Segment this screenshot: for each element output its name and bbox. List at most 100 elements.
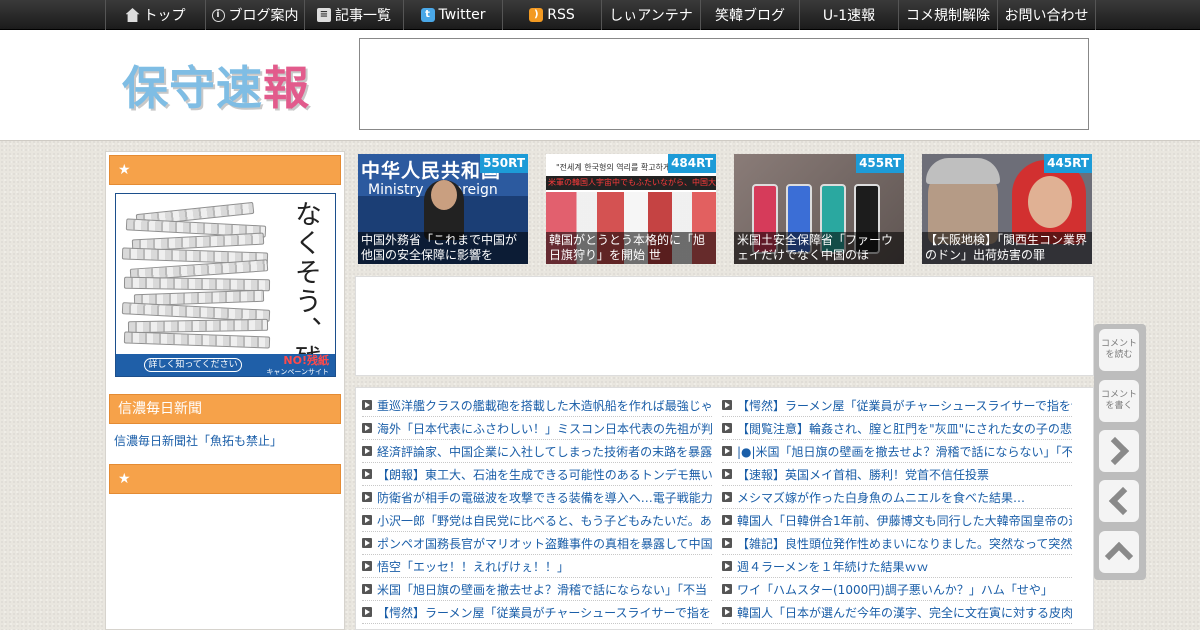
article-list-left: 重巡洋艦クラスの艦載砲を搭載した木造帆船を作れば最強じゃね？ 海外「日本代表にふ…: [362, 394, 712, 624]
thumbnail-card[interactable]: 445RT 【大阪地検】「関西生コン業界のドン」出荷妨害の罪: [922, 154, 1092, 264]
article-link[interactable]: 【愕然】ラーメン屋「従業員がチャーシュースライサーで指を: [362, 601, 712, 624]
arrow-right-icon: [362, 469, 372, 479]
arrow-right-icon: [722, 561, 732, 571]
article-link[interactable]: 防衛省が相手の電磁波を攻撃できる装備を導入へ…電子戦能力強化: [362, 486, 712, 509]
sidebar-heading-label: 信濃毎日新聞: [118, 401, 202, 417]
sidebar-link-shinano-news[interactable]: 信濃毎日新聞社「魚拓も禁止」: [114, 432, 282, 449]
article-title: 韓国人「日本が選んだ今年の漢字、完全に文在寅に対する皮肉: [737, 605, 1072, 620]
nav-label: ブログ案内: [228, 8, 299, 24]
next-article-button[interactable]: [1099, 430, 1139, 472]
retweet-count-badge: 550RT: [480, 154, 528, 173]
write-comment-button[interactable]: コメントを書く: [1099, 380, 1139, 422]
sidebar-heading-star-2: ★: [109, 464, 341, 494]
top-navigation-bar: トップ i ブログ案内 ≡ 記事一覧 t Twitter ) RSS しぃアンテ…: [0, 0, 1200, 30]
thumbnail-caption: 韓国がとうとう本格的に「旭日旗狩り」を開始 世: [546, 232, 716, 264]
article-title: 重巡洋艦クラスの艦載砲を搭載した木造帆船を作れば最強じゃね？: [377, 398, 712, 413]
header-ad-banner[interactable]: [359, 38, 1089, 130]
article-link[interactable]: ワイ「ハムスター(1000円)調子悪いんか？」ハム「せや」: [722, 578, 1072, 601]
rss-icon: ): [529, 8, 544, 22]
article-link[interactable]: |●|米国「旭日旗の壁画を撤去せよ？滑稽で話にならない」「不: [722, 440, 1072, 463]
read-comments-label: コメントを読む: [1100, 339, 1137, 360]
scroll-to-top-button[interactable]: [1099, 531, 1139, 573]
nav-item-contact[interactable]: お問い合わせ: [997, 0, 1096, 30]
article-link[interactable]: 【朗報】東工大、石油を生成できる可能性のあるトンデモ無い技術: [362, 463, 712, 486]
article-title: 小沢一郎「野党は自民党に比べると、もう子どもみたいだ。ある: [377, 513, 712, 528]
chevron-left-icon: [1108, 486, 1138, 516]
arrow-right-icon: [722, 446, 732, 456]
campaign-footer-bar: 詳しく知ってください NO!残紙 キャンペーンサイト: [116, 354, 335, 376]
article-link[interactable]: 韓国人「日韓併合1年前、伊藤博文も同行した大韓帝国皇帝の巡幸: [722, 509, 1072, 532]
arrow-right-icon: [722, 515, 732, 525]
article-link[interactable]: 米国「旭日旗の壁画を撤去せよ？滑稽で話にならない」「不当: [362, 578, 712, 601]
article-link[interactable]: 重巡洋艦クラスの艦載砲を搭載した木造帆船を作れば最強じゃね？: [362, 394, 712, 417]
arrow-right-icon: [362, 561, 372, 571]
article-title: 【速報】英国メイ首相、勝利！党首不信任投票: [737, 467, 990, 482]
arrow-right-icon: [722, 584, 732, 594]
article-link[interactable]: 悟空「エッセ！！えれげけぇ！！」: [362, 555, 712, 578]
article-link[interactable]: 韓国人「日本が選んだ今年の漢字、完全に文在寅に対する皮肉: [722, 601, 1072, 624]
nav-item-u1-sokuho[interactable]: U-1速報: [799, 0, 898, 30]
article-link[interactable]: 【閲覧注意】輪姦され、膣と肛門を"灰皿"にされた女の子の悲惨: [722, 417, 1072, 440]
arrow-right-icon: [722, 607, 732, 617]
article-list-right: 【愕然】ラーメン屋「従業員がチャーシュースライサーで指を切断 【閲覧注意】輪姦さ…: [722, 394, 1072, 624]
article-link[interactable]: 週４ラーメンを１年続けた結果ｗｗ: [722, 555, 1072, 578]
article-title: ワイ「ハムスター(1000円)調子悪いんか？」ハム「せや」: [737, 582, 1053, 597]
list-icon: ≡: [317, 8, 331, 22]
arrow-right-icon: [722, 492, 732, 502]
chevron-up-icon: [1104, 541, 1134, 571]
article-link[interactable]: 【速報】英国メイ首相、勝利！党首不信任投票: [722, 463, 1072, 486]
arrow-right-icon: [362, 492, 372, 502]
content-ad-area[interactable]: [355, 276, 1094, 376]
retweet-count-badge: 445RT: [1044, 154, 1092, 173]
thumbnail-caption: 【大阪地検】「関西生コン業界のドン」出荷妨害の罪: [922, 232, 1092, 264]
nav-item-shii-antenna[interactable]: しぃアンテナ: [601, 0, 700, 30]
campaign-logo-sub: キャンペーンサイト: [266, 368, 329, 376]
thumbnail-card[interactable]: 中华人民共和国 Ministry of Foreign 550RT 中国外務省「…: [358, 154, 528, 264]
article-title: ポンペオ国務長官がマリオット盗難事件の真相を暴露して中国: [377, 536, 712, 551]
nav-item-shokan-blog[interactable]: 笑韓ブログ: [700, 0, 799, 30]
nav-item-blog-info[interactable]: i ブログ案内: [205, 0, 304, 30]
article-title: 【雑記】良性頭位発作性めまいになりました。突然なって突然: [737, 536, 1072, 551]
article-title: 経済評論家、中国企業に入社してしまった技術者の末路を暴露: [377, 444, 712, 459]
thumbnail-card[interactable]: "전세계 한국형의 역리를 확고하게 중입기 위 米軍の韓国人宇宙中でもふたいな…: [546, 154, 716, 264]
nav-item-top[interactable]: トップ: [105, 0, 205, 30]
arrow-right-icon: [362, 515, 372, 525]
campaign-learn-more-button[interactable]: 詳しく知ってください: [144, 358, 242, 372]
star-icon: ★: [118, 162, 131, 178]
newspaper-stack-image: [121, 201, 272, 352]
write-comment-label: コメントを書く: [1100, 390, 1137, 411]
nav-item-rss[interactable]: ) RSS: [502, 0, 601, 30]
nav-label: RSS: [547, 7, 575, 23]
arrow-right-icon: [722, 469, 732, 479]
article-link[interactable]: 【雑記】良性頭位発作性めまいになりました。突然なって突然: [722, 532, 1072, 555]
article-link[interactable]: 小沢一郎「野党は自民党に比べると、もう子どもみたいだ。ある: [362, 509, 712, 532]
nav-item-article-list[interactable]: ≡ 記事一覧: [304, 0, 403, 30]
article-title: メシマズ嫁が作った白身魚のムニエルを食べた結果…: [737, 490, 1026, 505]
article-link[interactable]: メシマズ嫁が作った白身魚のムニエルを食べた結果…: [722, 486, 1072, 509]
article-link[interactable]: 海外「日本代表にふさわしい！」ミスコン日本代表の先祖が判明: [362, 417, 712, 440]
no-zanshi-campaign-banner[interactable]: なくそう、残紙 詳しく知ってください NO!残紙 キャンペーンサイト: [115, 193, 336, 377]
article-link[interactable]: 【愕然】ラーメン屋「従業員がチャーシュースライサーで指を切断: [722, 394, 1072, 417]
arrow-right-icon: [362, 584, 372, 594]
article-title: |●|米国「旭日旗の壁画を撤去せよ？滑稽で話にならない」「不: [737, 444, 1072, 459]
nav-item-comment-unblock[interactable]: コメ規制解除: [898, 0, 997, 30]
site-logo[interactable]: 保守速報: [122, 52, 332, 122]
nav-label: 記事一覧: [335, 8, 391, 24]
article-link[interactable]: ポンペオ国務長官がマリオット盗難事件の真相を暴露して中国: [362, 532, 712, 555]
article-title: 【朗報】東工大、石油を生成できる可能性のあるトンデモ無い技術: [377, 467, 712, 482]
thumbnail-face: [431, 180, 457, 210]
twitter-icon: t: [420, 8, 435, 22]
sidebar-heading-shinano: 信濃毎日新聞: [109, 394, 341, 424]
thumbnail-subtitle-strip: 米軍の韓国人宇宙中でもふたいながら、中国大旗を侵害と重視してるぞ: [546, 176, 716, 190]
nav-label: トップ: [143, 8, 186, 24]
previous-article-button[interactable]: [1099, 480, 1139, 522]
nav-item-twitter[interactable]: t Twitter: [403, 0, 502, 30]
thumbnail-face: [1028, 176, 1072, 228]
nav-label: コメ規制解除: [906, 8, 990, 24]
arrow-right-icon: [362, 607, 372, 617]
thumbnail-card[interactable]: 455RT 米国土安全保障省「ファーウェイだけでなく中国のほ: [734, 154, 904, 264]
read-comments-button[interactable]: コメントを読む: [1099, 329, 1139, 371]
site-header: 保守速報: [0, 30, 1200, 141]
logo-text-pink: 報: [263, 61, 310, 115]
article-link[interactable]: 経済評論家、中国企業に入社してしまった技術者の末路を暴露: [362, 440, 712, 463]
